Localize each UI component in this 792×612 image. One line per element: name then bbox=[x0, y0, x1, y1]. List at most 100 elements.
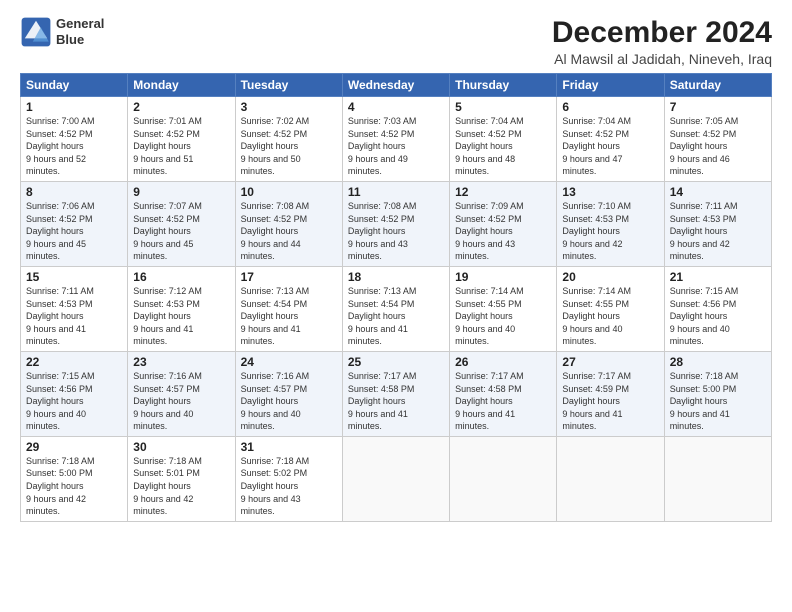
calendar-body: 1 Sunrise: 7:00 AM Sunset: 4:52 PM Dayli… bbox=[21, 97, 772, 522]
calendar-week-row: 1 Sunrise: 7:00 AM Sunset: 4:52 PM Dayli… bbox=[21, 97, 772, 182]
day-number: 16 bbox=[133, 270, 229, 284]
day-number: 11 bbox=[348, 185, 444, 199]
day-number: 24 bbox=[241, 355, 337, 369]
day-number: 14 bbox=[670, 185, 766, 199]
calendar-cell: 6 Sunrise: 7:04 AM Sunset: 4:52 PM Dayli… bbox=[557, 97, 664, 182]
day-number: 28 bbox=[670, 355, 766, 369]
cell-content: Sunrise: 7:16 AM Sunset: 4:57 PM Dayligh… bbox=[133, 370, 229, 433]
day-number: 1 bbox=[26, 100, 122, 114]
cell-content: Sunrise: 7:13 AM Sunset: 4:54 PM Dayligh… bbox=[348, 285, 444, 348]
calendar-cell: 20 Sunrise: 7:14 AM Sunset: 4:55 PM Dayl… bbox=[557, 266, 664, 351]
cell-content: Sunrise: 7:08 AM Sunset: 4:52 PM Dayligh… bbox=[348, 200, 444, 263]
cell-content: Sunrise: 7:12 AM Sunset: 4:53 PM Dayligh… bbox=[133, 285, 229, 348]
calendar-day-header: Sunday bbox=[21, 74, 128, 97]
day-number: 2 bbox=[133, 100, 229, 114]
calendar-week-row: 15 Sunrise: 7:11 AM Sunset: 4:53 PM Dayl… bbox=[21, 266, 772, 351]
calendar-cell: 24 Sunrise: 7:16 AM Sunset: 4:57 PM Dayl… bbox=[235, 351, 342, 436]
cell-content: Sunrise: 7:08 AM Sunset: 4:52 PM Dayligh… bbox=[241, 200, 337, 263]
calendar-cell: 28 Sunrise: 7:18 AM Sunset: 5:00 PM Dayl… bbox=[664, 351, 771, 436]
calendar-cell bbox=[342, 436, 449, 521]
calendar-cell: 22 Sunrise: 7:15 AM Sunset: 4:56 PM Dayl… bbox=[21, 351, 128, 436]
cell-content: Sunrise: 7:17 AM Sunset: 4:58 PM Dayligh… bbox=[348, 370, 444, 433]
calendar-week-row: 29 Sunrise: 7:18 AM Sunset: 5:00 PM Dayl… bbox=[21, 436, 772, 521]
calendar-day-header: Tuesday bbox=[235, 74, 342, 97]
day-number: 5 bbox=[455, 100, 551, 114]
cell-content: Sunrise: 7:11 AM Sunset: 4:53 PM Dayligh… bbox=[26, 285, 122, 348]
calendar-cell: 27 Sunrise: 7:17 AM Sunset: 4:59 PM Dayl… bbox=[557, 351, 664, 436]
cell-content: Sunrise: 7:17 AM Sunset: 4:59 PM Dayligh… bbox=[562, 370, 658, 433]
day-number: 6 bbox=[562, 100, 658, 114]
day-number: 13 bbox=[562, 185, 658, 199]
cell-content: Sunrise: 7:07 AM Sunset: 4:52 PM Dayligh… bbox=[133, 200, 229, 263]
cell-content: Sunrise: 7:11 AM Sunset: 4:53 PM Dayligh… bbox=[670, 200, 766, 263]
cell-content: Sunrise: 7:15 AM Sunset: 4:56 PM Dayligh… bbox=[26, 370, 122, 433]
logo: General Blue bbox=[20, 16, 104, 48]
day-number: 4 bbox=[348, 100, 444, 114]
calendar-cell: 8 Sunrise: 7:06 AM Sunset: 4:52 PM Dayli… bbox=[21, 181, 128, 266]
calendar-header-row: SundayMondayTuesdayWednesdayThursdayFrid… bbox=[21, 74, 772, 97]
cell-content: Sunrise: 7:16 AM Sunset: 4:57 PM Dayligh… bbox=[241, 370, 337, 433]
calendar-cell: 1 Sunrise: 7:00 AM Sunset: 4:52 PM Dayli… bbox=[21, 97, 128, 182]
calendar-cell: 26 Sunrise: 7:17 AM Sunset: 4:58 PM Dayl… bbox=[450, 351, 557, 436]
logo-icon bbox=[20, 16, 52, 48]
calendar-cell: 14 Sunrise: 7:11 AM Sunset: 4:53 PM Dayl… bbox=[664, 181, 771, 266]
cell-content: Sunrise: 7:18 AM Sunset: 5:00 PM Dayligh… bbox=[670, 370, 766, 433]
cell-content: Sunrise: 7:10 AM Sunset: 4:53 PM Dayligh… bbox=[562, 200, 658, 263]
cell-content: Sunrise: 7:14 AM Sunset: 4:55 PM Dayligh… bbox=[562, 285, 658, 348]
day-number: 21 bbox=[670, 270, 766, 284]
calendar-cell: 31 Sunrise: 7:18 AM Sunset: 5:02 PM Dayl… bbox=[235, 436, 342, 521]
calendar-cell: 2 Sunrise: 7:01 AM Sunset: 4:52 PM Dayli… bbox=[128, 97, 235, 182]
calendar-cell: 19 Sunrise: 7:14 AM Sunset: 4:55 PM Dayl… bbox=[450, 266, 557, 351]
cell-content: Sunrise: 7:06 AM Sunset: 4:52 PM Dayligh… bbox=[26, 200, 122, 263]
calendar-cell: 15 Sunrise: 7:11 AM Sunset: 4:53 PM Dayl… bbox=[21, 266, 128, 351]
calendar-cell bbox=[450, 436, 557, 521]
cell-content: Sunrise: 7:02 AM Sunset: 4:52 PM Dayligh… bbox=[241, 115, 337, 178]
day-number: 29 bbox=[26, 440, 122, 454]
calendar-table: SundayMondayTuesdayWednesdayThursdayFrid… bbox=[20, 73, 772, 522]
day-number: 27 bbox=[562, 355, 658, 369]
calendar-day-header: Thursday bbox=[450, 74, 557, 97]
day-number: 7 bbox=[670, 100, 766, 114]
calendar-cell: 10 Sunrise: 7:08 AM Sunset: 4:52 PM Dayl… bbox=[235, 181, 342, 266]
cell-content: Sunrise: 7:05 AM Sunset: 4:52 PM Dayligh… bbox=[670, 115, 766, 178]
day-number: 10 bbox=[241, 185, 337, 199]
calendar-cell: 21 Sunrise: 7:15 AM Sunset: 4:56 PM Dayl… bbox=[664, 266, 771, 351]
calendar-cell: 25 Sunrise: 7:17 AM Sunset: 4:58 PM Dayl… bbox=[342, 351, 449, 436]
cell-content: Sunrise: 7:01 AM Sunset: 4:52 PM Dayligh… bbox=[133, 115, 229, 178]
day-number: 3 bbox=[241, 100, 337, 114]
calendar-cell: 29 Sunrise: 7:18 AM Sunset: 5:00 PM Dayl… bbox=[21, 436, 128, 521]
calendar-cell: 11 Sunrise: 7:08 AM Sunset: 4:52 PM Dayl… bbox=[342, 181, 449, 266]
page: General Blue December 2024 Al Mawsil al … bbox=[0, 0, 792, 612]
calendar-cell bbox=[557, 436, 664, 521]
cell-content: Sunrise: 7:14 AM Sunset: 4:55 PM Dayligh… bbox=[455, 285, 551, 348]
logo-text: General Blue bbox=[56, 16, 104, 47]
calendar-cell: 23 Sunrise: 7:16 AM Sunset: 4:57 PM Dayl… bbox=[128, 351, 235, 436]
calendar-week-row: 22 Sunrise: 7:15 AM Sunset: 4:56 PM Dayl… bbox=[21, 351, 772, 436]
calendar-cell: 5 Sunrise: 7:04 AM Sunset: 4:52 PM Dayli… bbox=[450, 97, 557, 182]
day-number: 15 bbox=[26, 270, 122, 284]
day-number: 20 bbox=[562, 270, 658, 284]
main-title: December 2024 bbox=[552, 16, 772, 49]
calendar-cell: 4 Sunrise: 7:03 AM Sunset: 4:52 PM Dayli… bbox=[342, 97, 449, 182]
day-number: 30 bbox=[133, 440, 229, 454]
cell-content: Sunrise: 7:18 AM Sunset: 5:02 PM Dayligh… bbox=[241, 455, 337, 518]
day-number: 19 bbox=[455, 270, 551, 284]
calendar-day-header: Wednesday bbox=[342, 74, 449, 97]
calendar-cell: 7 Sunrise: 7:05 AM Sunset: 4:52 PM Dayli… bbox=[664, 97, 771, 182]
calendar-cell: 12 Sunrise: 7:09 AM Sunset: 4:52 PM Dayl… bbox=[450, 181, 557, 266]
calendar-day-header: Friday bbox=[557, 74, 664, 97]
day-number: 26 bbox=[455, 355, 551, 369]
cell-content: Sunrise: 7:09 AM Sunset: 4:52 PM Dayligh… bbox=[455, 200, 551, 263]
calendar-cell: 3 Sunrise: 7:02 AM Sunset: 4:52 PM Dayli… bbox=[235, 97, 342, 182]
day-number: 31 bbox=[241, 440, 337, 454]
calendar-cell: 9 Sunrise: 7:07 AM Sunset: 4:52 PM Dayli… bbox=[128, 181, 235, 266]
calendar-cell: 17 Sunrise: 7:13 AM Sunset: 4:54 PM Dayl… bbox=[235, 266, 342, 351]
calendar-cell: 30 Sunrise: 7:18 AM Sunset: 5:01 PM Dayl… bbox=[128, 436, 235, 521]
day-number: 18 bbox=[348, 270, 444, 284]
calendar-cell bbox=[664, 436, 771, 521]
calendar-week-row: 8 Sunrise: 7:06 AM Sunset: 4:52 PM Dayli… bbox=[21, 181, 772, 266]
cell-content: Sunrise: 7:15 AM Sunset: 4:56 PM Dayligh… bbox=[670, 285, 766, 348]
calendar-cell: 16 Sunrise: 7:12 AM Sunset: 4:53 PM Dayl… bbox=[128, 266, 235, 351]
day-number: 25 bbox=[348, 355, 444, 369]
subtitle: Al Mawsil al Jadidah, Nineveh, Iraq bbox=[552, 51, 772, 67]
